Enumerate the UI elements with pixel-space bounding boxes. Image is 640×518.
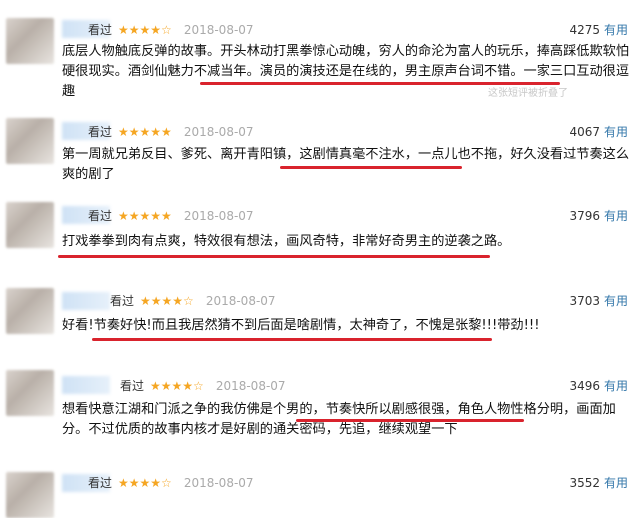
rating-stars: ★★★★☆ [150, 379, 204, 393]
useful-vote[interactable]: 3703 有用 [569, 293, 628, 309]
username[interactable] [62, 376, 110, 394]
watched-label: 看过 [88, 125, 113, 139]
review-text: 好看!节奏好快!而且我居然猜不到后面是啥剧情，太神奇了，不愧是张黎!!!带劲!!… [62, 318, 540, 333]
review-meta: 看过 ★★★★☆ 2018-08-07 [88, 22, 254, 38]
review-meta: 看过 ★★★★☆ 2018-08-07 [110, 293, 276, 309]
review-date: 2018-08-07 [183, 209, 254, 223]
rating-stars: ★★★★☆ [140, 294, 194, 308]
rating-stars: ★★★★☆ [118, 476, 172, 490]
rating-stars: ★★★★☆ [118, 23, 172, 37]
review-date: 2018-08-07 [215, 379, 286, 393]
avatar[interactable] [6, 202, 54, 248]
review-text: 第一周就兄弟反目、爹死、离开青阳镇，这剧情真毫不注水，一点儿也不拖，好久没看过节… [62, 147, 630, 182]
highlight-underline [280, 166, 462, 169]
avatar[interactable] [6, 118, 54, 164]
useful-vote[interactable]: 3552 有用 [569, 475, 628, 491]
review-meta: 看过 ★★★★☆ 2018-08-07 [120, 378, 286, 394]
username[interactable] [62, 292, 110, 310]
avatar[interactable] [6, 288, 54, 334]
review-date: 2018-08-07 [183, 125, 254, 139]
avatar[interactable] [6, 18, 54, 64]
useful-link[interactable]: 有用 [604, 476, 628, 490]
useful-link[interactable]: 有用 [604, 379, 628, 393]
review-meta: 看过 ★★★★★ 2018-08-07 [88, 124, 254, 140]
highlight-underline [296, 419, 524, 422]
useful-count: 3496 [569, 379, 600, 393]
useful-link[interactable]: 有用 [604, 125, 628, 139]
avatar[interactable] [6, 370, 54, 416]
watched-label: 看过 [88, 209, 113, 223]
highlight-underline [92, 338, 492, 341]
useful-vote[interactable]: 4067 有用 [569, 124, 628, 140]
watched-label: 看过 [88, 23, 113, 37]
watched-label: 看过 [88, 476, 113, 490]
review-date: 2018-08-07 [183, 476, 254, 490]
useful-count: 3703 [569, 294, 600, 308]
useful-count: 3552 [569, 476, 600, 490]
useful-link[interactable]: 有用 [604, 294, 628, 308]
review-meta: 看过 ★★★★★ 2018-08-07 [88, 208, 254, 224]
useful-count: 4275 [569, 23, 600, 37]
review-text: 打戏拳拳到肉有点爽，特效很有想法，画风奇特，非常好奇男主的逆袭之路。 [62, 234, 511, 249]
review-date: 2018-08-07 [183, 23, 254, 37]
watched-label: 看过 [120, 379, 145, 393]
review-date: 2018-08-07 [205, 294, 276, 308]
useful-count: 4067 [569, 125, 600, 139]
review-meta: 看过 ★★★★☆ 2018-08-07 [88, 475, 254, 491]
rating-stars: ★★★★★ [118, 209, 172, 223]
watermark: 这张短评被折叠了 [488, 88, 568, 99]
useful-vote[interactable]: 4275 有用 [569, 22, 628, 38]
useful-vote[interactable]: 3496 有用 [569, 378, 628, 394]
avatar[interactable] [6, 472, 54, 518]
useful-link[interactable]: 有用 [604, 23, 628, 37]
rating-stars: ★★★★★ [118, 125, 172, 139]
useful-link[interactable]: 有用 [604, 209, 628, 223]
useful-count: 3796 [569, 209, 600, 223]
useful-vote[interactable]: 3796 有用 [569, 208, 628, 224]
watched-label: 看过 [110, 294, 135, 308]
highlight-underline [58, 255, 490, 258]
